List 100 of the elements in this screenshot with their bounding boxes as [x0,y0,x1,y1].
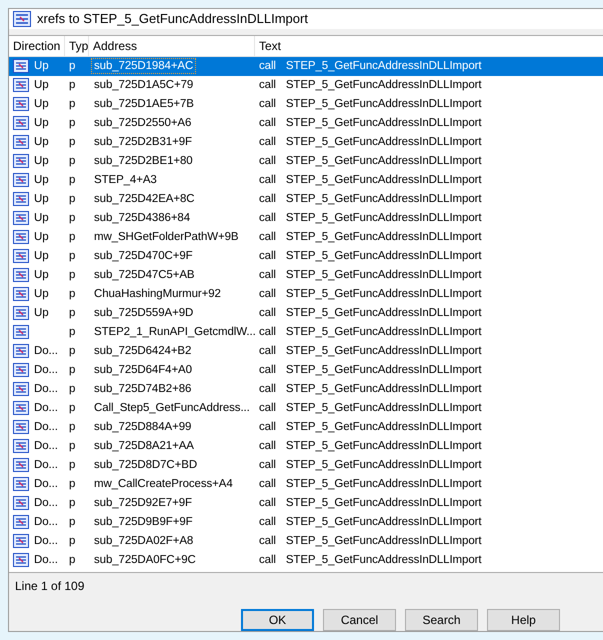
target-text: STEP_5_GetFuncAddressInDLLImport [286,288,482,300]
target-text: STEP_5_GetFuncAddressInDLLImport [286,478,482,490]
xref-row[interactable]: Do... p sub_725D884A+99 call STEP_5_GetFuncAddressInDLLImport [9,418,603,437]
xref-row[interactable]: Do... p sub_725D74B2+86 call STEP_5_GetFuncAddressInDLLImport [9,380,603,399]
xref-row[interactable]: Up p STEP_4+A3 call STEP_5_GetFuncAddressInDLLImport [9,170,603,190]
xref-row[interactable]: Up p sub_725D2B31+9F call STEP_5_GetFuncAddressInDLLImport [9,132,603,152]
target-text: STEP_5_GetFuncAddressInDLLImport [286,497,482,510]
target-text: STEP_5_GetFuncAddressInDLLImport [286,345,482,358]
xref-row[interactable]: Up p sub_725D2550+A6 call STEP_5_GetFuncAddressInDLLImport [9,114,603,133]
address-text: mw_CallCreateProcess+A4 [93,477,234,492]
type-text: p [69,98,76,110]
xref-icon [13,401,29,416]
xref-row[interactable]: Up p sub_725D1A5C+79 call STEP_5_GetFuncAddressInDLLImport [9,76,603,95]
xref-row[interactable]: Do... p mw_CallCreateProcess+A4 call STEP_5_GetFuncAddressInDLLImport [9,474,603,494]
xref-icon [13,287,29,302]
type-text: p [69,60,76,72]
xref-row[interactable]: Up p sub_725D47C5+AB call STEP_5_GetFuncAddressInDLLImport [9,266,603,285]
address-text: mw_SHGetFolderPathW+9B [93,230,240,246]
xref-row[interactable]: Do... p sub_725D8D7C+BD call STEP_5_GetFuncAddressInDLLImport [9,456,603,475]
xref-row[interactable]: Do... p sub_725D6424+B2 call STEP_5_GetFuncAddressInDLLImport [9,342,603,361]
xref-icon [13,496,29,510]
xref-row[interactable]: Up p sub_725D2BE1+80 call STEP_5_GetFuncAddressInDLLImport [9,152,603,171]
type-text: p [69,288,76,300]
xref-row[interactable]: Do... p sub_725D64F4+A0 call STEP_5_GetFuncAddressInDLLImport [9,360,603,380]
xref-icon [13,173,29,188]
target-text: STEP_5_GetFuncAddressInDLLImport [286,269,482,282]
direction-text: Up [34,231,49,244]
type-text: p [69,364,76,376]
xref-row[interactable]: Up p sub_725D1AE5+7B call STEP_5_GetFuncAddressInDLLImport [9,94,603,114]
direction-text: Up [34,269,49,282]
xref-row[interactable]: Do... p sub_725DA02F+A8 call STEP_5_GetFuncAddressInDLLImport [9,532,603,551]
instruction-text: call [259,478,276,490]
xref-icon [13,363,29,378]
target-text: STEP_5_GetFuncAddressInDLLImport [286,307,482,320]
xref-row[interactable]: Do... p Call_Step5_GetFuncAddress... call STEP_5_GetFuncAddressInDLLImport [9,398,603,418]
address-text: sub_725D74B2+86 [93,382,192,398]
dialog-button[interactable]: OK [241,609,314,631]
direction-text: Do... [34,535,58,548]
xref-row[interactable]: Up p sub_725D4386+84 call STEP_5_GetFuncAddressInDLLImport [9,208,603,228]
address-text: sub_725D559A+9D [93,306,194,322]
type-text: p [69,402,76,414]
xref-row[interactable]: Up p sub_725D42EA+8C call STEP_5_GetFuncAddressInDLLImport [9,190,603,209]
instruction-text: call [259,345,276,358]
xref-icon [13,477,29,492]
target-text: STEP_5_GetFuncAddressInDLLImport [286,440,482,452]
column-header[interactable]: Text [255,36,603,56]
target-text: STEP_5_GetFuncAddressInDLLImport [286,535,482,548]
instruction-text: call [259,421,276,434]
address-text: sub_725D1984+AC [91,58,196,74]
address-text: sub_725D6424+B2 [93,344,192,360]
type-text: p [69,155,76,168]
instruction-text: call [259,174,276,186]
instruction-text: call [259,212,276,224]
instruction-text: call [259,440,276,452]
xref-icon [13,439,29,454]
type-text: p [69,174,76,186]
xref-icon [13,59,29,74]
xref-icon [13,78,29,92]
direction-text: Do... [34,364,58,376]
xref-icon [13,515,29,530]
target-text: STEP_5_GetFuncAddressInDLLImport [286,79,482,92]
type-text: p [69,231,76,244]
xref-row[interactable]: Do... p sub_725D92E7+9F call STEP_5_GetFuncAddressInDLLImport [9,494,603,513]
address-text: sub_725DA0FC+9C [93,553,197,568]
xref-row[interactable]: Up p sub_725D1984+AC call STEP_5_GetFuncAddressInDLLImport [9,56,603,76]
address-text: sub_725D8D7C+BD [93,458,198,474]
address-text: sub_725D470C+9F [93,249,194,264]
xref-row[interactable]: p STEP2_1_RunAPI_GetcmdlW... call STEP_5_GetFuncAddressInDLLImport [9,322,603,342]
xref-icon [13,458,29,472]
xref-row[interactable]: Up p mw_SHGetFolderPathW+9B call STEP_5_GetFuncAddressInDLLImport [9,228,603,247]
xref-icon [13,154,29,168]
instruction-text: call [259,98,276,110]
column-header[interactable]: Direction [9,36,65,56]
target-text: STEP_5_GetFuncAddressInDLLImport [286,326,482,338]
xref-row[interactable]: Do... p sub_725D9B9F+9F call STEP_5_GetFuncAddressInDLLImport [9,512,603,532]
column-header[interactable]: Address [89,36,255,56]
dialog-button[interactable]: Cancel [323,609,396,631]
type-text: p [69,535,76,548]
target-text: STEP_5_GetFuncAddressInDLLImport [286,155,482,168]
type-text: p [69,212,76,224]
xref-icon [13,211,29,226]
dialog-button[interactable]: Search [405,609,478,631]
dialog-button[interactable]: Help [487,609,560,631]
type-text: p [69,345,76,358]
type-text: p [69,117,76,130]
xref-icon [13,344,29,358]
instruction-text: call [259,250,276,262]
xref-row[interactable]: Up p sub_725D559A+9D call STEP_5_GetFuncAddressInDLLImport [9,304,603,323]
address-text: STEP_4+A3 [93,173,158,188]
xref-row[interactable]: Do... p sub_725DA0FC+9C call STEP_5_GetFuncAddressInDLLImport [9,550,603,570]
instruction-text: call [259,497,276,510]
address-text: sub_725D47C5+AB [93,268,196,284]
column-header[interactable]: Typ [65,36,89,56]
address-text: sub_725D8A21+AA [93,439,195,454]
xref-row[interactable]: Up p ChuaHashingMurmur+92 call STEP_5_GetFuncAddressInDLLImport [9,284,603,304]
xref-row[interactable]: Do... p sub_725D8A21+AA call STEP_5_GetFuncAddressInDLLImport [9,436,603,456]
instruction-text: call [259,60,276,72]
xref-row[interactable]: Up p sub_725D470C+9F call STEP_5_GetFuncAddressInDLLImport [9,246,603,266]
direction-text: Do... [34,497,58,510]
address-text: sub_725D1AE5+7B [93,97,195,112]
